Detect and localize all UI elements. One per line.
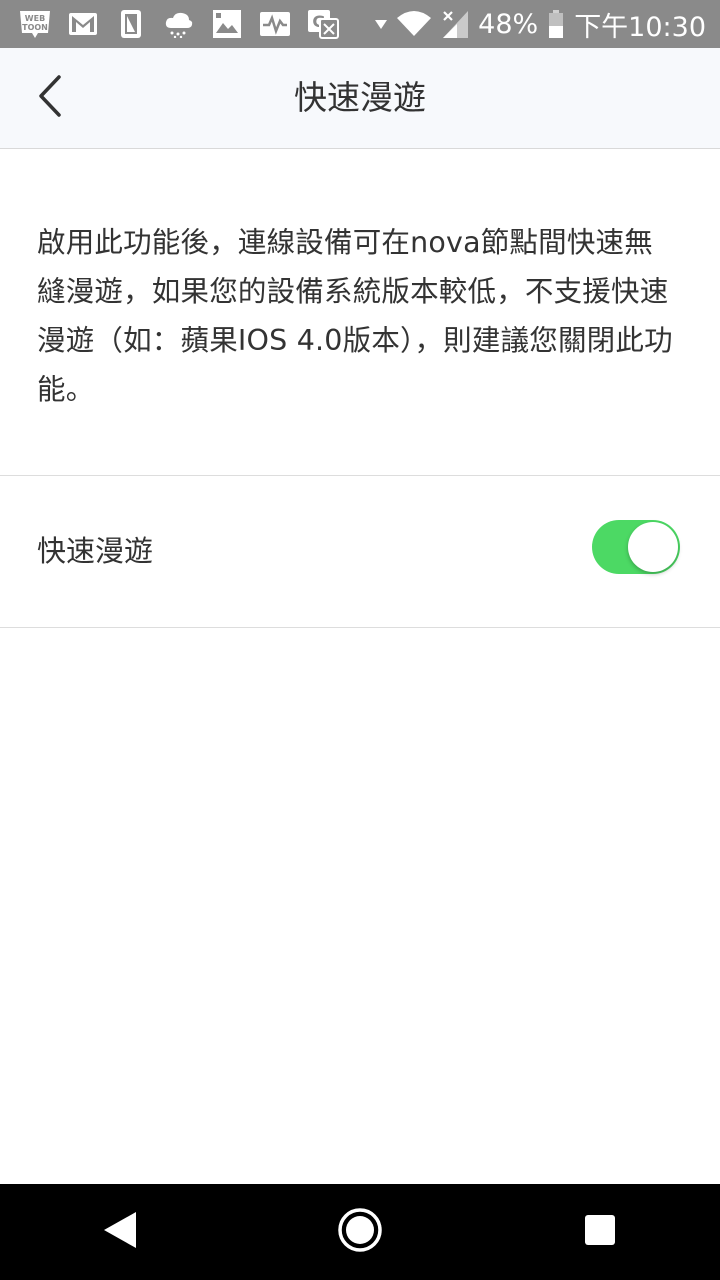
clock: 下午10:30 xyxy=(574,11,706,43)
activity-icon xyxy=(258,8,292,40)
weather-icon xyxy=(162,8,196,40)
nav-recents-button[interactable] xyxy=(555,1187,645,1277)
recents-square-icon xyxy=(584,1214,616,1250)
chevron-left-icon xyxy=(35,74,65,122)
image-icon xyxy=(210,8,244,40)
screen: WEB TOON 48% 下午10:30 快速漫遊 啟用此功能後，連線設備可在n… xyxy=(0,0,720,1280)
webtoon-icon: WEB TOON xyxy=(18,8,52,40)
wifi-icon xyxy=(396,8,432,40)
nav-home-button[interactable] xyxy=(315,1187,405,1277)
notification-icons: WEB TOON xyxy=(18,8,340,40)
svg-text:WEB: WEB xyxy=(25,14,45,23)
svg-text:TOON: TOON xyxy=(22,23,48,32)
sim-card-icon xyxy=(114,8,148,40)
back-triangle-icon xyxy=(102,1210,138,1254)
nav-back-button[interactable] xyxy=(75,1187,165,1277)
battery-icon xyxy=(546,8,566,40)
system-status: 48% 下午10:30 xyxy=(374,5,706,44)
feature-description: 啟用此功能後，連線設備可在nova節點間快速無縫漫遊，如果您的設備系統版本較低，… xyxy=(37,226,673,406)
home-circle-icon xyxy=(337,1207,383,1257)
data-arrow-icon xyxy=(374,8,388,40)
setting-label: 快速漫遊 xyxy=(37,534,154,568)
gmail-icon xyxy=(66,8,100,40)
status-bar: WEB TOON 48% 下午10:30 xyxy=(0,0,720,48)
app-header: 快速漫遊 xyxy=(0,48,720,149)
translate-icon: G xyxy=(306,8,340,40)
system-nav-bar xyxy=(0,1184,720,1280)
toggle-knob xyxy=(628,522,678,572)
signal-icon xyxy=(440,8,470,40)
page-title: 快速漫遊 xyxy=(294,78,426,117)
battery-percent: 48% xyxy=(478,8,539,40)
fast-roaming-setting-row: 快速漫遊 xyxy=(0,476,720,627)
back-button[interactable] xyxy=(22,70,78,126)
fast-roaming-toggle[interactable] xyxy=(592,520,680,574)
divider-bottom xyxy=(0,627,720,628)
